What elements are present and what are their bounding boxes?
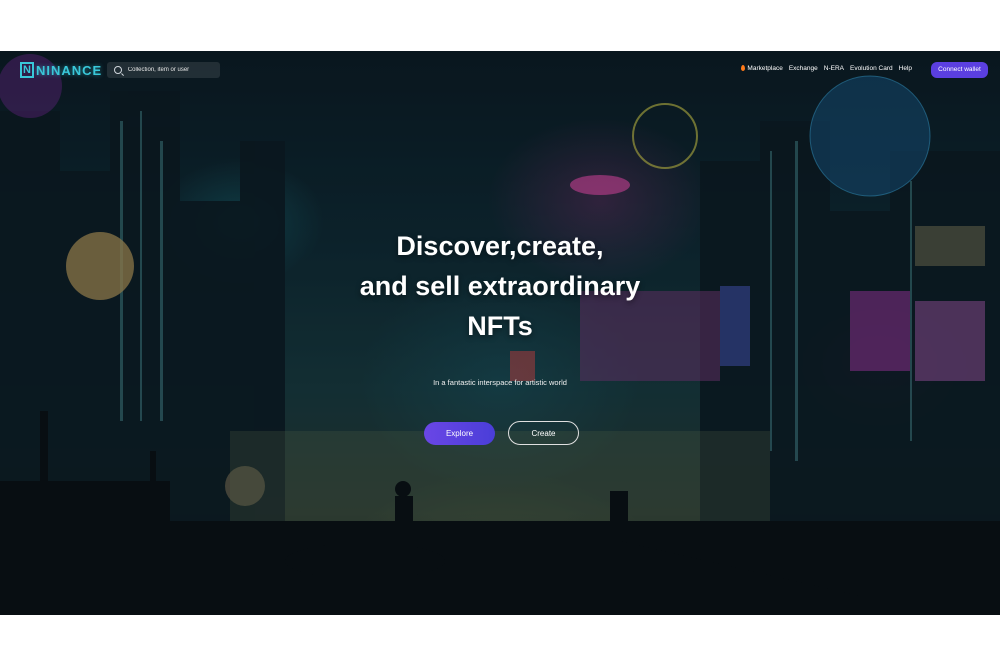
hero-title: Discover,create, and sell extraordinary … [300, 226, 700, 346]
top-navbar: N NINANCE Marketplace Exchange N-ERA Evo… [0, 51, 1000, 89]
logo-text: NINANCE [36, 62, 103, 78]
search-bar[interactable] [107, 62, 220, 78]
hero-section: N NINANCE Marketplace Exchange N-ERA Evo… [0, 51, 1000, 615]
search-icon [114, 66, 122, 74]
main-nav: Marketplace Exchange N-ERA Evolution Car… [735, 65, 912, 72]
create-button[interactable]: Create [508, 421, 579, 445]
connect-wallet-button[interactable]: Connect wallet [931, 62, 988, 78]
search-input[interactable] [127, 67, 220, 73]
nav-item-evolution-card[interactable]: Evolution Card [850, 65, 893, 72]
nav-item-help[interactable]: Help [899, 65, 912, 72]
logo-mark-icon: N [20, 62, 34, 78]
nav-item-label: Marketplace [747, 65, 783, 72]
flame-icon [741, 65, 746, 71]
nav-item-n-era[interactable]: N-ERA [824, 65, 844, 72]
hero-title-line: and sell extraordinary [359, 271, 641, 301]
logo[interactable]: N NINANCE [20, 61, 102, 79]
hero-title-line: Discover,create, [396, 231, 604, 261]
hero-subtitle: In a fantastic interspace for artistic w… [433, 378, 567, 387]
explore-button[interactable]: Explore [424, 422, 495, 445]
nav-item-marketplace[interactable]: Marketplace [741, 65, 783, 72]
hero-title-line: NFTs [467, 311, 533, 341]
nav-item-exchange[interactable]: Exchange [789, 65, 818, 72]
